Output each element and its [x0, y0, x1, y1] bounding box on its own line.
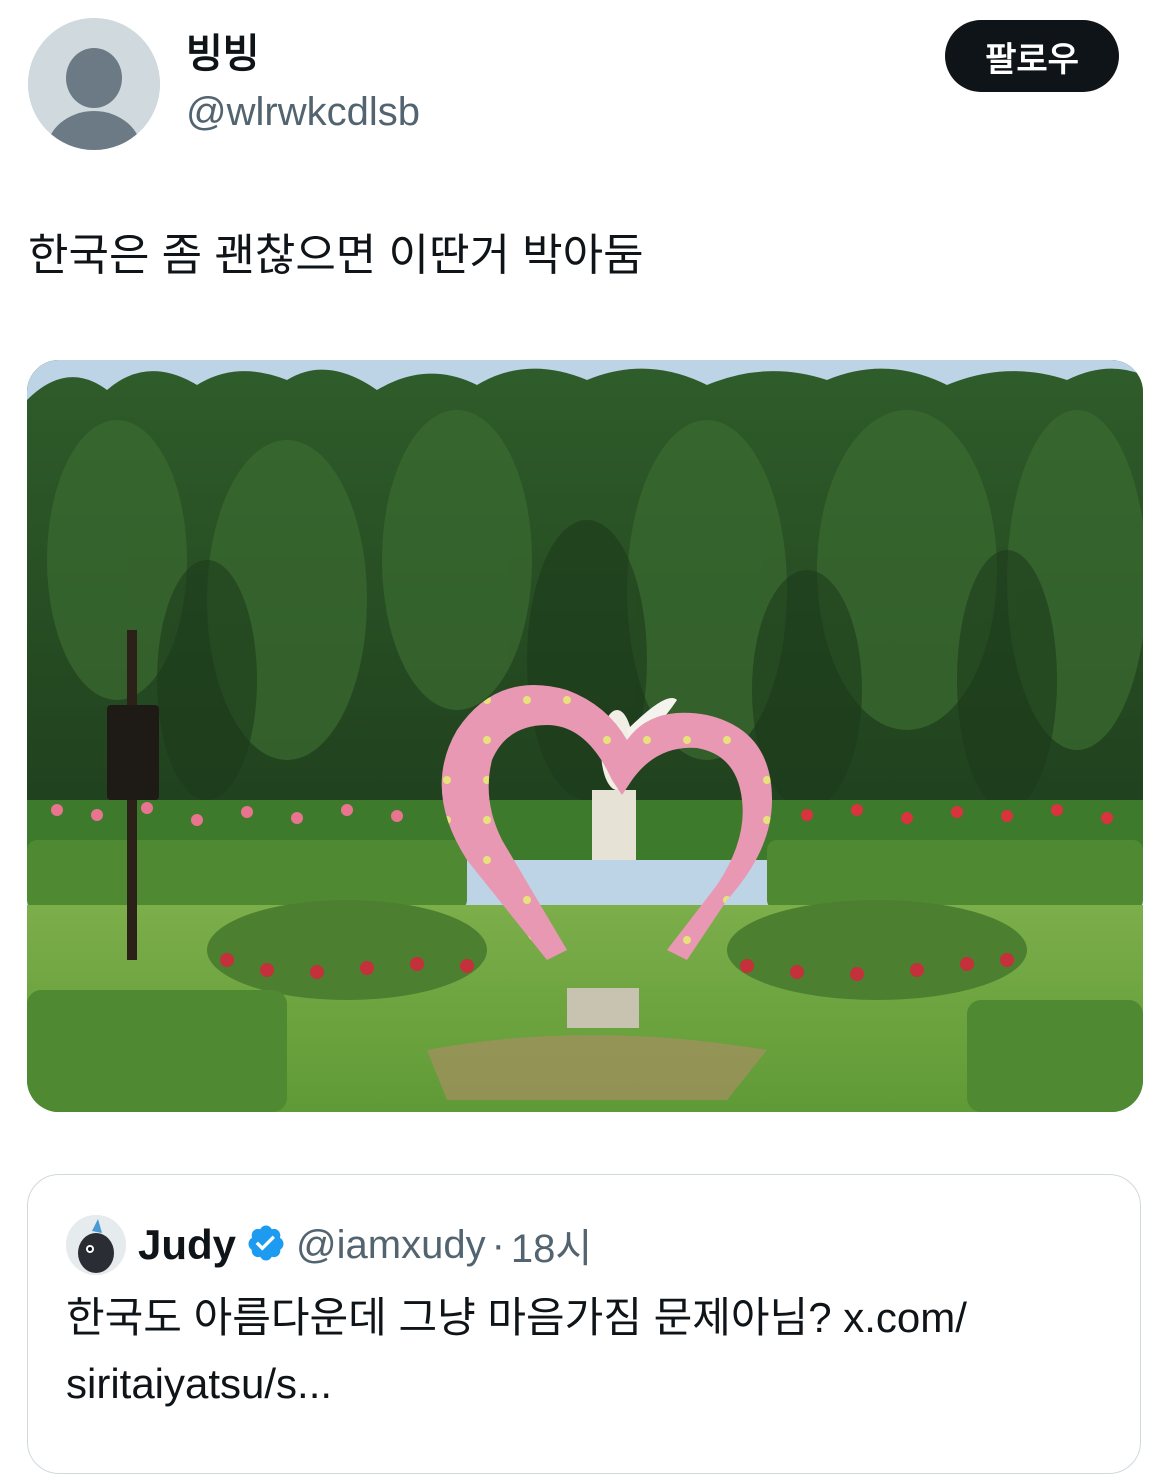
quote-body-text: 한국도 아름다운데 그냥 마음가짐 문제아님?	[66, 1294, 844, 1341]
author-handle[interactable]: @wlrwkcdlsb	[186, 88, 420, 136]
default-avatar-icon	[28, 18, 160, 150]
verified-badge-icon	[246, 1223, 286, 1268]
quote-author-handle[interactable]: @iamxudy	[296, 1223, 486, 1268]
garden-photo-image	[27, 360, 1143, 1112]
quote-header: Judy @iamxudy · 18시	[138, 1215, 592, 1275]
quote-author-avatar[interactable]	[66, 1215, 126, 1275]
quote-separator: ·	[491, 1222, 505, 1267]
quote-author-name[interactable]: Judy	[138, 1221, 236, 1269]
quote-text: 한국도 아름다운데 그냥 마음가짐 문제아님? x.com/ siritaiya…	[66, 1285, 1066, 1417]
bird-avatar-icon	[66, 1215, 126, 1275]
author-avatar[interactable]	[28, 18, 160, 150]
tweet-text: 한국은 좀 괜찮으면 이딴거 박아둠	[28, 231, 644, 280]
quoted-tweet-card[interactable]: Judy @iamxudy · 18시 한국도 아름다운데 그냥 마음가짐 문제…	[27, 1174, 1141, 1474]
author-display-name[interactable]: 빙빙	[186, 30, 260, 78]
quote-timestamp[interactable]: 18시	[511, 1216, 592, 1274]
follow-button[interactable]: 팔로우	[945, 20, 1119, 92]
tweet-media-photo[interactable]	[27, 360, 1143, 1112]
